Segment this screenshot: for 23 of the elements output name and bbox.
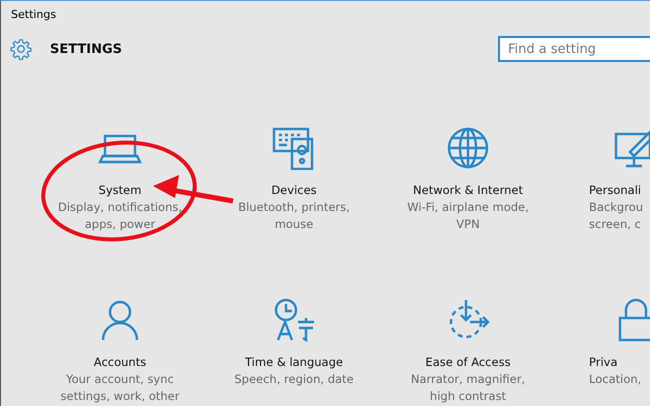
globe-icon[interactable] — [446, 126, 490, 170]
tile-title[interactable]: Accounts — [94, 354, 146, 371]
settings-icon — [10, 38, 32, 60]
tile-description: Bluetooth, printers, mouse — [238, 199, 350, 233]
tile-title[interactable]: Priva — [589, 354, 618, 371]
search-field[interactable]: Find a setting — [498, 36, 650, 62]
tile-description: Backgrou screen, c — [589, 199, 644, 233]
tile-description: Display, notifications, apps, power — [58, 199, 182, 233]
tile-title[interactable]: System — [98, 182, 142, 199]
tile-title[interactable]: Devices — [271, 182, 317, 199]
tile-description: Location, — [589, 371, 642, 388]
tile-title[interactable]: Personali — [589, 182, 642, 199]
tile-description: Wi-Fi, airplane mode, VPN — [407, 199, 529, 233]
tile-title[interactable]: Time & language — [245, 354, 343, 371]
page-title: SETTINGS — [50, 42, 122, 56]
tile-description: Narrator, magnifier, high contrast — [410, 371, 526, 405]
clock-letter-icon[interactable] — [272, 298, 316, 342]
tile-description: Speech, region, date — [234, 371, 354, 388]
window-title: Settings — [11, 8, 56, 21]
tile-description: Your account, sync settings, work, other — [60, 371, 180, 405]
tile-title[interactable]: Network & Internet — [413, 182, 523, 199]
tile-title[interactable]: Ease of Access — [425, 354, 511, 371]
keyboard-speaker-icon[interactable] — [272, 126, 316, 170]
